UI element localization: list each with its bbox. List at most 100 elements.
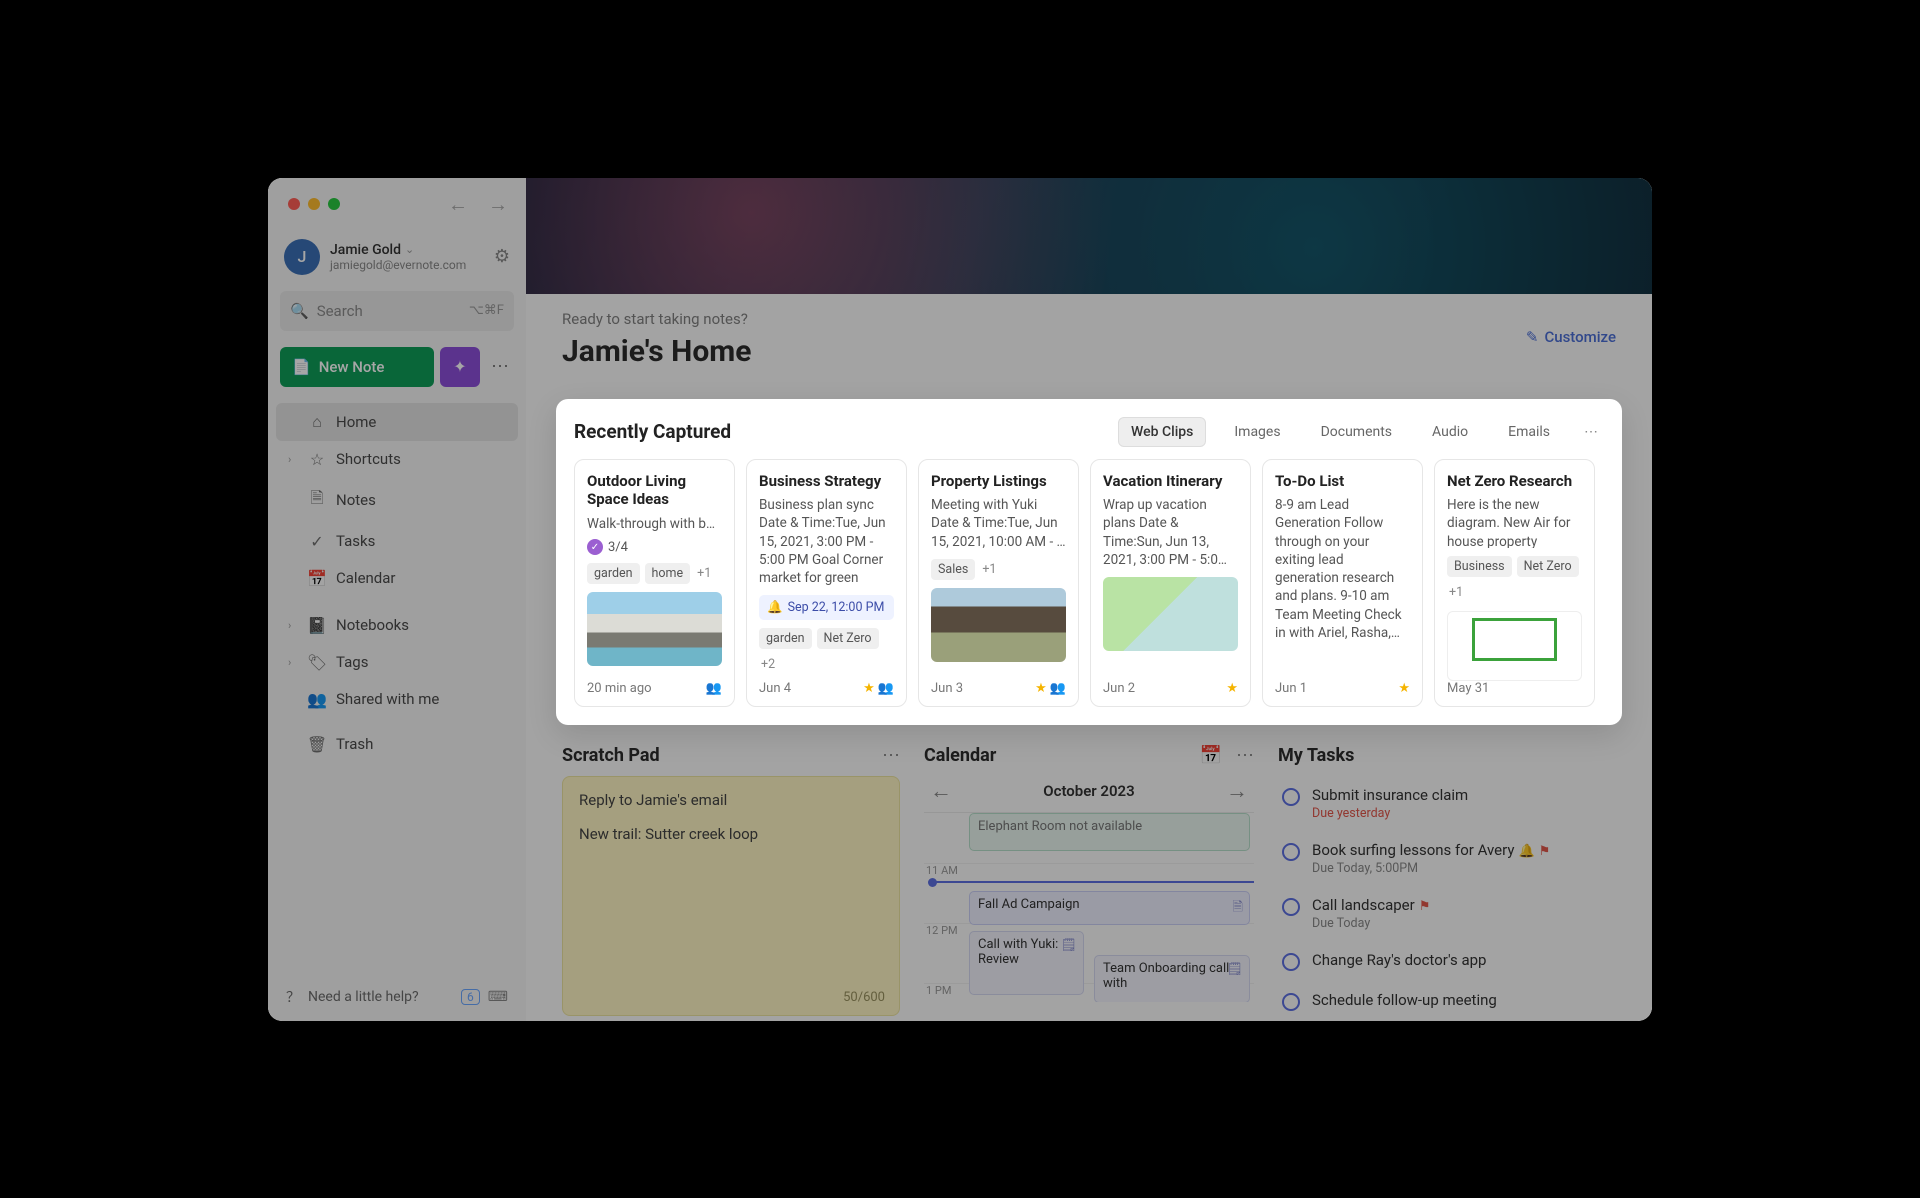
- cal-now-line: [934, 881, 1254, 883]
- note-link-icon[interactable]: 🗒: [1226, 962, 1243, 977]
- scratch-pad[interactable]: Reply to Jamie's email New trail: Sutter…: [562, 776, 900, 1016]
- search-input[interactable]: 🔍 Search ⌥⌘F: [280, 291, 514, 331]
- nav-tasks-label: Tasks: [336, 532, 375, 550]
- keyboard-icon[interactable]: ⌨: [488, 989, 508, 1005]
- task-item[interactable]: Submit insurance claim Due yesterday: [1278, 776, 1616, 831]
- card-title: Vacation Itinerary: [1103, 472, 1238, 491]
- task-checkbox[interactable]: [1282, 953, 1300, 971]
- search-shortcut: ⌥⌘F: [469, 303, 504, 318]
- tag-more[interactable]: +2: [759, 654, 777, 675]
- nav-shortcuts[interactable]: ›☆Shortcuts: [276, 441, 518, 478]
- help-link[interactable]: Need a little help?: [308, 989, 419, 1005]
- task-item[interactable]: Change Ray's doctor's app: [1278, 941, 1616, 981]
- tab-images[interactable]: Images: [1222, 418, 1292, 446]
- nav-notebooks-label: Notebooks: [336, 616, 409, 634]
- nav-notes[interactable]: 🗎Notes: [276, 478, 518, 523]
- ai-button[interactable]: ✦: [440, 347, 480, 387]
- scratch-count: 50/600: [843, 990, 885, 1005]
- hour-label: 1 PM: [926, 984, 951, 997]
- star-icon: ☆: [308, 450, 326, 469]
- widget-menu-icon[interactable]: ⋯: [882, 745, 900, 766]
- note-card[interactable]: Property Listings Meeting with Yuki Date…: [918, 459, 1079, 707]
- cal-event[interactable]: Team Onboarding call with🗒: [1094, 955, 1250, 1002]
- task-checkbox[interactable]: [1282, 898, 1300, 916]
- task-checkbox[interactable]: [1282, 788, 1300, 806]
- note-card[interactable]: Outdoor Living Space Ideas Walk-through …: [574, 459, 735, 707]
- star-icon: ★: [863, 681, 875, 696]
- cal-event[interactable]: Call with Yuki: Review🗒: [969, 931, 1084, 995]
- tag[interactable]: garden: [587, 563, 640, 584]
- card-snippet: Walk-through with b…: [587, 515, 722, 533]
- task-item[interactable]: Schedule follow-up meeting: [1278, 981, 1616, 1021]
- card-thumbnail: [931, 588, 1066, 662]
- customize-button[interactable]: ✎ Customize: [1526, 328, 1616, 346]
- tag[interactable]: home: [645, 563, 691, 584]
- note-card[interactable]: To-Do List 8-9 am Lead Generation Follow…: [1262, 459, 1423, 707]
- home-icon: ⌂: [308, 412, 326, 432]
- note-card[interactable]: Business Strategy Business plan sync Dat…: [746, 459, 907, 707]
- tag-more[interactable]: +1: [1447, 582, 1465, 603]
- gear-icon[interactable]: ⚙: [494, 246, 510, 267]
- card-snippet: Business plan sync Date & Time:Tue, Jun …: [759, 496, 894, 587]
- tag-more[interactable]: +1: [695, 563, 713, 584]
- task-item[interactable]: Call landscaper⚑ Due Today: [1278, 886, 1616, 941]
- tag-more[interactable]: +1: [980, 559, 998, 580]
- task-item[interactable]: Book surfing lessons for Avery🔔⚑ Due Tod…: [1278, 831, 1616, 886]
- flag-icon: ⚑: [1419, 899, 1431, 914]
- note-link-icon[interactable]: 🗎: [1233, 898, 1243, 920]
- card-snippet: Wrap up vacation plans Date & Time:Sun, …: [1103, 496, 1238, 569]
- nav-trash[interactable]: 🗑Trash: [276, 726, 518, 763]
- new-note-button[interactable]: 📄 New Note: [280, 347, 434, 387]
- note-icon: 📄: [292, 358, 311, 376]
- nav-home[interactable]: ⌂Home: [276, 403, 518, 441]
- tab-audio[interactable]: Audio: [1420, 418, 1480, 446]
- nav-calendar[interactable]: 📅Calendar: [276, 560, 518, 597]
- note-link-icon[interactable]: 🗒: [1060, 938, 1077, 953]
- tag-icon: 🏷: [308, 653, 326, 672]
- nav-tasks[interactable]: ✓Tasks: [276, 523, 518, 560]
- hero-banner: [526, 178, 1652, 294]
- note-card[interactable]: Vacation Itinerary Wrap up vacation plan…: [1090, 459, 1251, 707]
- cal-next[interactable]: →: [1226, 778, 1248, 804]
- flag-icon: ⚑: [1539, 844, 1551, 859]
- tag[interactable]: Net Zero: [817, 628, 879, 649]
- calendar-grid[interactable]: 11 AM 12 PM 1 PM Elephant Room not avail…: [924, 812, 1254, 1002]
- minimize-dot[interactable]: [308, 198, 320, 210]
- cal-event[interactable]: Elephant Room not available: [969, 813, 1250, 851]
- cal-month: October 2023: [1043, 782, 1134, 800]
- user-row[interactable]: J Jamie Gold ⌄ jamiegold@evernote.com ⚙: [276, 231, 518, 285]
- window-controls: ← →: [276, 178, 518, 231]
- nav-notebooks[interactable]: ›📓Notebooks: [276, 607, 518, 644]
- tab-emails[interactable]: Emails: [1496, 418, 1562, 446]
- cal-event[interactable]: Fall Ad Campaign🗎: [969, 891, 1250, 925]
- calendar-open-icon[interactable]: 📅: [1200, 745, 1222, 766]
- calendar-title: Calendar: [924, 745, 996, 766]
- note-card[interactable]: Net Zero Research Here is the new diagra…: [1434, 459, 1595, 707]
- close-dot[interactable]: [288, 198, 300, 210]
- avatar: J: [284, 239, 320, 275]
- people-icon: 👥: [308, 690, 326, 709]
- widget-menu-icon[interactable]: ⋯: [1236, 745, 1254, 766]
- forward-arrow[interactable]: →: [488, 192, 508, 217]
- card-date: Jun 3: [931, 681, 963, 696]
- more-button[interactable]: ⋯: [486, 347, 514, 387]
- nav-shared[interactable]: 👥Shared with me: [276, 681, 518, 718]
- tab-web-clips[interactable]: Web Clips: [1118, 417, 1206, 447]
- trash-icon: 🗑: [308, 735, 326, 754]
- zoom-dot[interactable]: [328, 198, 340, 210]
- task-checkbox[interactable]: [1282, 993, 1300, 1011]
- back-arrow[interactable]: ←: [448, 192, 468, 217]
- recent-more-icon[interactable]: ⋯: [1578, 424, 1604, 440]
- tag[interactable]: garden: [759, 628, 812, 649]
- bell-icon: 🔔: [767, 600, 783, 615]
- nav-tags[interactable]: ›🏷Tags: [276, 644, 518, 681]
- tag[interactable]: Sales: [931, 559, 975, 580]
- tab-documents[interactable]: Documents: [1309, 418, 1404, 446]
- task-checkbox[interactable]: [1282, 843, 1300, 861]
- tag[interactable]: Net Zero: [1517, 556, 1579, 577]
- help-badge: 6: [461, 989, 480, 1005]
- card-date: May 31: [1447, 681, 1489, 696]
- cal-prev[interactable]: ←: [930, 778, 952, 804]
- card-snippet: Meeting with Yuki Date & Time:Tue, Jun 1…: [931, 496, 1066, 551]
- tag[interactable]: Business: [1447, 556, 1512, 577]
